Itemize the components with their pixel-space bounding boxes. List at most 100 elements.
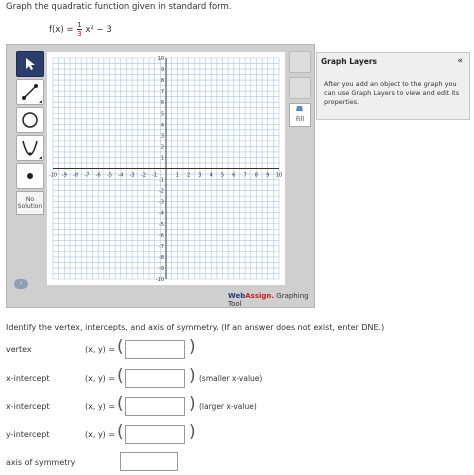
no-solution-button[interactable]: No Solution (16, 191, 44, 215)
y-tick-label: 9 (161, 67, 164, 73)
x-tick-label: -7 (84, 173, 89, 179)
x-tick-label: -6 (96, 173, 101, 179)
x-tick-label: 8 (255, 173, 258, 179)
collapse-icon[interactable]: « (457, 56, 463, 66)
graph-layers-title: Graph Layers (321, 57, 377, 66)
paint-bucket-icon (296, 106, 303, 111)
y-tick-label: 5 (161, 111, 164, 117)
x-tick-label: -8 (73, 173, 78, 179)
y-tick-label: 3 (161, 133, 164, 139)
smaller-x-note: (smaller x-value) (199, 374, 263, 383)
y-tick-label: 10 (158, 56, 164, 62)
y-tick-label: 4 (161, 122, 164, 128)
point-tool-button[interactable] (16, 163, 44, 189)
instruction-text: Graph the quadratic function given in st… (6, 2, 232, 12)
help-icon[interactable]: ? (14, 279, 28, 289)
vertex-label: vertex (6, 345, 32, 354)
point-icon (27, 173, 33, 179)
x-tick-label: 10 (276, 173, 282, 179)
line-tool-button[interactable] (16, 79, 44, 105)
coordinate-grid[interactable]: -10 -9 -8 -7 -6 -5 -4 -3 -2 -1 1 2 3 4 5 6 7 8 9 10 10 9 8 7 6 5 4… (47, 52, 285, 285)
function-lhs: f(x) = (49, 25, 74, 35)
x-intercept-larger-open-paren: ( (117, 394, 124, 414)
x-tick-label: -2 (141, 173, 146, 179)
y-tick-label: 8 (161, 78, 164, 84)
y-intercept-close-paren: ) (189, 422, 196, 442)
fraction-numerator: 1 (77, 21, 82, 29)
no-solution-line1: No (25, 196, 35, 203)
x-intercept-larger-close-paren: ) (189, 394, 196, 414)
x-intercept-larger-xy-label: (x, y) = (85, 402, 116, 411)
parabola-tool-button[interactable] (16, 135, 44, 161)
x-tick-label: 5 (221, 173, 224, 179)
y-intercept-label: y-intercept (6, 430, 50, 439)
vertex-input[interactable] (125, 340, 185, 359)
x-tick-label: -4 (118, 173, 123, 179)
y-tick-label: 2 (161, 144, 164, 150)
coordinate-graph[interactable]: -10 -9 -8 -7 -6 -5 -4 -3 -2 -1 1 2 3 4 5 6 7 8 9 10 10 9 8 7 6 5 4… (47, 52, 285, 285)
x-tick-label: -9 (62, 173, 67, 179)
y-tick-label: -10 (156, 277, 164, 283)
x-tick-label: 6 (232, 173, 235, 179)
question-prompt: Identify the vertex, intercepts, and axi… (6, 323, 385, 332)
more-options-icon (39, 100, 42, 103)
no-solution-line2: Solution (17, 203, 43, 210)
y-tick-label: -1 (159, 178, 164, 184)
y-intercept-input[interactable] (125, 425, 185, 444)
vertex-xy-label: (x, y) = (85, 345, 116, 354)
x-tick-label: 7 (244, 173, 247, 179)
x-tick-label: 1 (176, 173, 179, 179)
x-tick-label: 2 (187, 173, 190, 179)
x-intercept-larger-input[interactable] (125, 397, 185, 416)
x-tick-label: 4 (210, 173, 213, 179)
vertex-close-paren: ) (189, 337, 196, 357)
x-intercept-smaller-close-paren: ) (189, 366, 196, 386)
graph-layers-panel: Graph Layers « After you add an object t… (316, 52, 470, 120)
y-tick-label: -2 (159, 189, 164, 195)
x-tick-label: -1 (152, 173, 157, 179)
function-fraction: 1 3 (77, 21, 82, 38)
y-tick-label: -9 (159, 266, 164, 272)
x-tick-label: 9 (266, 173, 269, 179)
x-tick-label: -3 (130, 173, 135, 179)
axis-of-symmetry-input[interactable] (120, 452, 178, 471)
fill-button[interactable]: Fill (289, 103, 311, 127)
parabola-icon (22, 140, 38, 156)
cursor-icon (26, 58, 35, 70)
larger-x-note: (larger x-value) (199, 402, 257, 411)
y-intercept-open-paren: ( (117, 422, 124, 442)
pointer-tool-button[interactable] (16, 51, 44, 77)
brand-assign: Assign. (245, 292, 275, 300)
graph-layers-description: After you add an object to the graph you… (324, 80, 460, 106)
y-tick-label: -8 (159, 255, 164, 261)
circle-icon (22, 112, 38, 128)
graphing-tool-panel: No Solution ? -10 -9 -8 -7 -6 -5 -4 -3 -2 -1 1 2 3 4 5… (6, 44, 315, 308)
webassign-branding: WebAssign. Graphing Tool (228, 292, 314, 308)
vertex-open-paren: ( (117, 337, 124, 357)
x-intercept-smaller-label: x-intercept (6, 374, 50, 383)
y-tick-label: -6 (159, 233, 164, 239)
undo-button[interactable] (289, 77, 311, 99)
y-tick-label: -7 (159, 244, 164, 250)
line-icon (22, 84, 38, 100)
right-toolbar: Fill (289, 51, 313, 127)
fraction-denominator: 3 (77, 29, 82, 38)
y-intercept-xy-label: (x, y) = (85, 430, 116, 439)
x-intercept-smaller-xy-label: (x, y) = (85, 374, 116, 383)
x-intercept-larger-label: x-intercept (6, 402, 50, 411)
x-tick-label: -10 (49, 173, 57, 179)
x-tick-label: 3 (198, 173, 201, 179)
function-term: x² − 3 (85, 25, 112, 35)
fill-label: Fill (295, 116, 304, 123)
delete-button[interactable] (289, 51, 311, 73)
y-tick-label: -5 (159, 222, 164, 228)
circle-tool-button[interactable] (16, 107, 44, 133)
y-tick-label: 1 (161, 155, 164, 161)
more-options-icon (39, 156, 42, 159)
x-intercept-smaller-input[interactable] (125, 369, 185, 388)
x-tick-label: -5 (107, 173, 112, 179)
brand-web: Web (228, 292, 246, 300)
axis-of-symmetry-label: axis of symmetry (6, 458, 76, 467)
y-tick-label: -3 (159, 200, 164, 206)
y-tick-label: 7 (161, 89, 164, 95)
